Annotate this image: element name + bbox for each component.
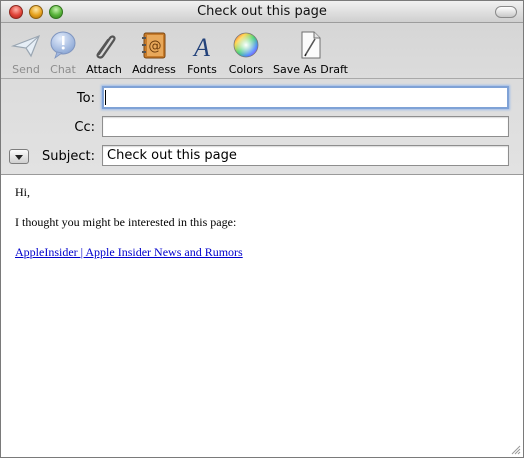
attach-label: Attach bbox=[86, 63, 122, 76]
page-link[interactable]: AppleInsider | Apple Insider News and Ru… bbox=[15, 245, 243, 259]
chat-button[interactable]: Chat bbox=[46, 30, 80, 76]
toolbar-divider bbox=[1, 78, 523, 79]
fonts-icon: A bbox=[192, 33, 210, 60]
message-body[interactable]: Hi, I thought you might be interested in… bbox=[15, 184, 505, 274]
cc-field[interactable] bbox=[102, 116, 509, 137]
zoom-window-button[interactable] bbox=[49, 5, 63, 19]
address-button[interactable]: @ Address bbox=[131, 30, 177, 76]
minimize-window-button[interactable] bbox=[29, 5, 43, 19]
color-wheel-icon bbox=[233, 32, 259, 58]
close-window-button[interactable] bbox=[9, 5, 23, 19]
subject-field[interactable]: Check out this page bbox=[102, 145, 509, 166]
window-chrome: Check out this page Send Chat Attach @ A… bbox=[1, 1, 523, 175]
chat-bubble-icon bbox=[50, 31, 76, 60]
svg-text:@: @ bbox=[149, 39, 162, 54]
save-as-draft-button[interactable]: Save As Draft bbox=[273, 30, 348, 76]
mail-compose-window: Check out this page Send Chat Attach @ A… bbox=[0, 0, 524, 458]
to-field[interactable] bbox=[102, 86, 509, 109]
attach-button[interactable]: Attach bbox=[85, 30, 123, 76]
send-label: Send bbox=[12, 63, 40, 76]
subject-label: Subject: bbox=[42, 149, 95, 164]
message-line: I thought you might be interested in thi… bbox=[15, 215, 237, 229]
text-caret bbox=[105, 90, 106, 105]
paperclip-icon bbox=[96, 35, 116, 59]
toolbar-toggle-button[interactable] bbox=[495, 6, 517, 18]
fonts-label: Fonts bbox=[187, 63, 217, 76]
send-button[interactable]: Send bbox=[9, 30, 43, 76]
chat-label: Chat bbox=[50, 63, 76, 76]
window-title: Check out this page bbox=[197, 4, 327, 19]
colors-label: Colors bbox=[228, 63, 264, 76]
colors-button[interactable]: Colors bbox=[226, 30, 266, 76]
toolbar: Send Chat Attach @ Address A Fonts Color… bbox=[1, 24, 523, 78]
fonts-button[interactable]: A Fonts bbox=[185, 30, 219, 76]
title-bar[interactable]: Check out this page bbox=[1, 1, 523, 23]
paper-plane-icon bbox=[11, 34, 41, 58]
resize-grip-icon[interactable] bbox=[509, 443, 521, 455]
address-label: Address bbox=[132, 63, 176, 76]
greeting-text: Hi, bbox=[15, 185, 30, 199]
cc-label: Cc: bbox=[74, 120, 95, 135]
svg-text:A: A bbox=[192, 33, 210, 60]
to-label: To: bbox=[76, 91, 95, 106]
address-book-icon: @ bbox=[142, 32, 166, 59]
save-as-draft-label: Save As Draft bbox=[273, 63, 348, 76]
draft-document-icon bbox=[301, 31, 321, 59]
